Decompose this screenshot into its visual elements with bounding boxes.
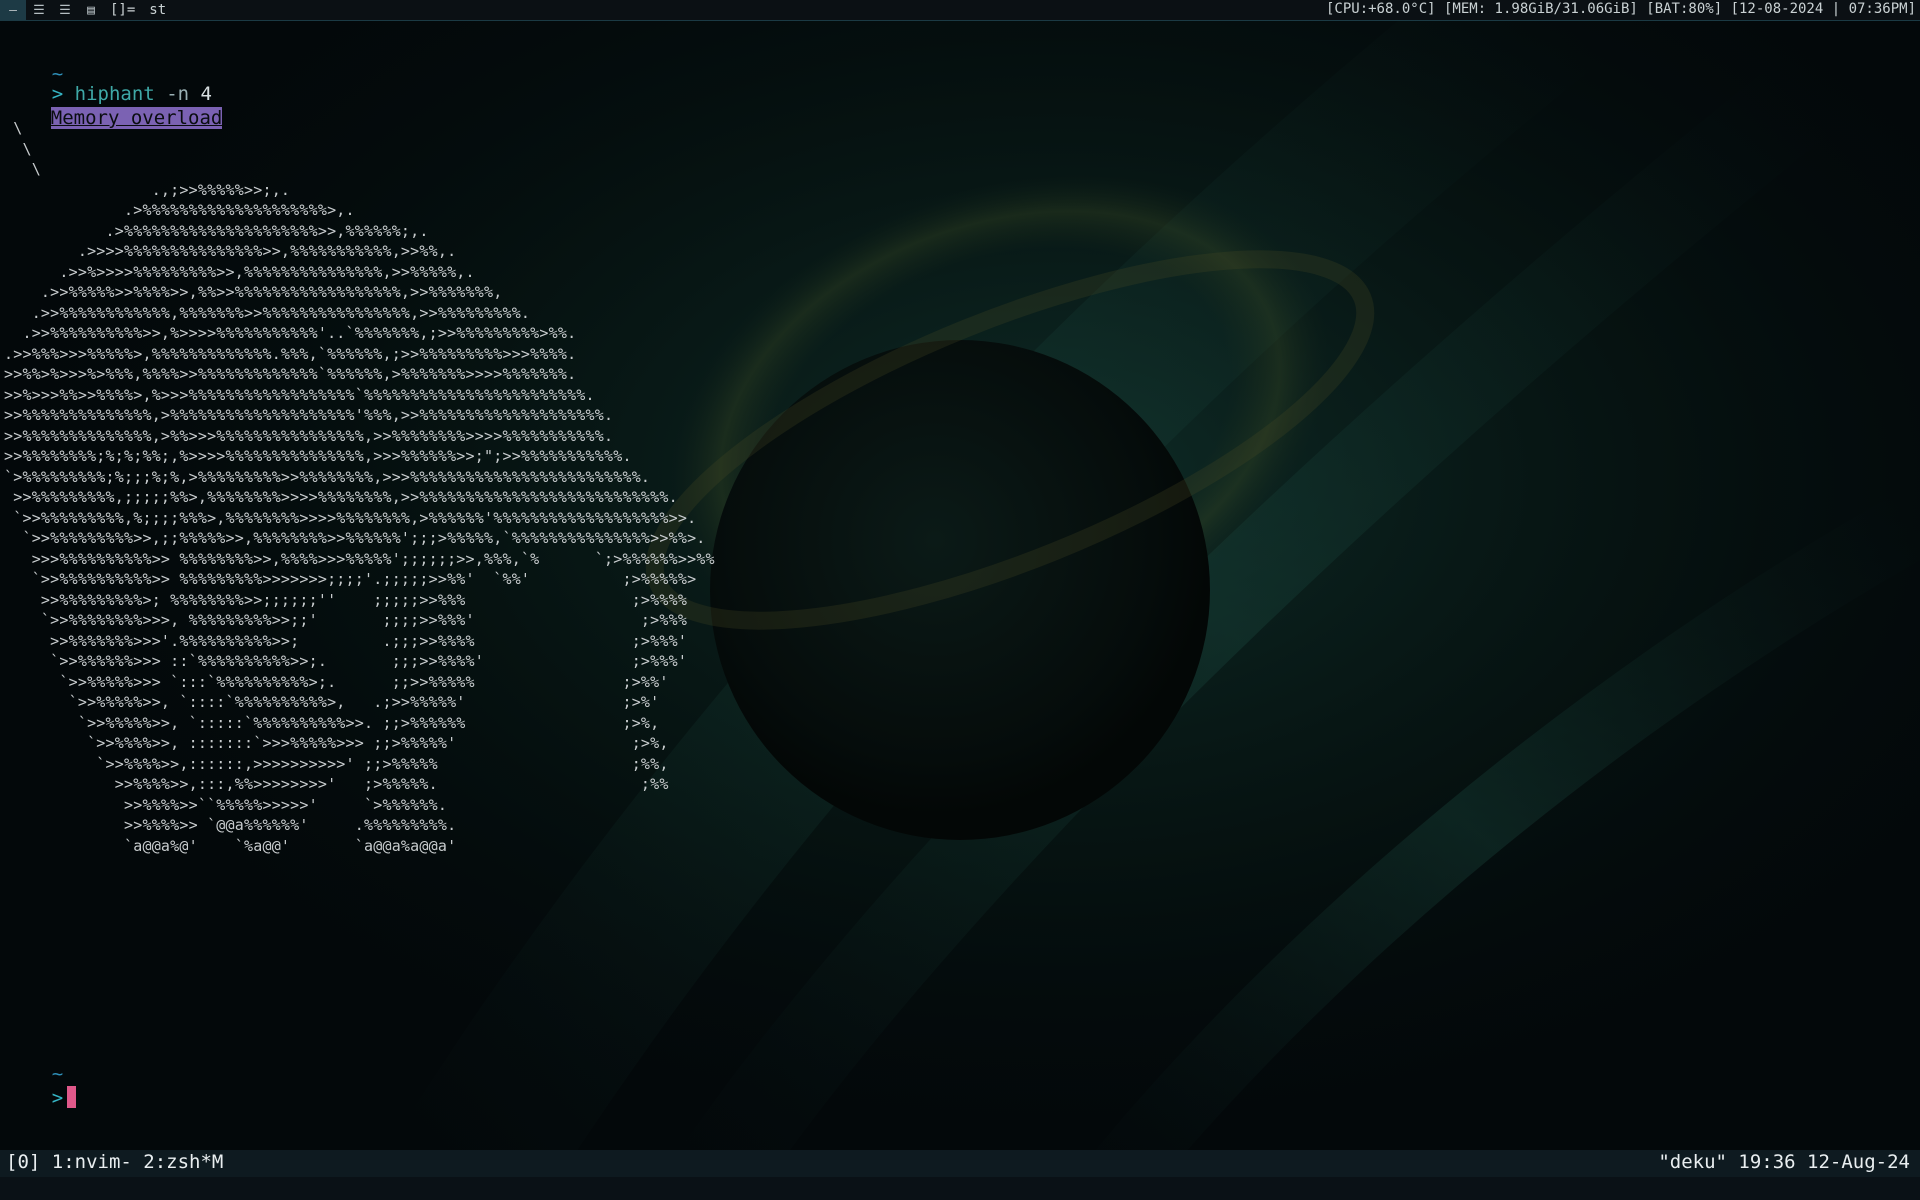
tag-3-icon: ☰ <box>59 2 71 18</box>
tag-2[interactable]: ☰ <box>26 0 52 20</box>
terminal[interactable]: ~ > hiphant -n 4 Memory overload \ \ \ .… <box>0 20 1920 1150</box>
text-cursor <box>67 1086 77 1108</box>
tag-3[interactable]: ☰ <box>52 0 78 20</box>
bottom-strip <box>0 1177 1920 1200</box>
tag-4[interactable]: ▤ <box>78 0 104 20</box>
tag-1[interactable]: — <box>0 0 26 20</box>
tmux-windows[interactable]: [0] 1:nvim- 2:zsh*M <box>6 1151 223 1173</box>
input-line[interactable]: > <box>6 1062 77 1134</box>
tag-4-icon: ▤ <box>87 2 95 18</box>
tag-2-icon: ☰ <box>33 2 45 18</box>
tmux-host-time: "deku" 19:36 12-Aug-24 <box>1658 1151 1910 1173</box>
system-status: [CPU:+68.0°C] [MEM: 1.98GiB/31.06GiB] [B… <box>1325 1 1916 17</box>
ascii-elephant: \ \ \ .,;>>%%%%%>>;,. .>%%%%%%%%%%%%%%%%… <box>4 119 715 855</box>
tmux-status-bar: [0] 1:nvim- 2:zsh*M "deku" 19:36 12-Aug-… <box>0 1150 1920 1177</box>
second-prompt-arrow-icon: > <box>51 1087 64 1109</box>
window-title: st <box>149 2 167 18</box>
layout-symbol[interactable]: []= <box>110 2 135 18</box>
top-bar: — ☰ ☰ ▤ []= st [CPU:+68.0°C] [MEM: 1.98G… <box>0 0 1920 21</box>
tag-1-icon: — <box>9 2 17 18</box>
